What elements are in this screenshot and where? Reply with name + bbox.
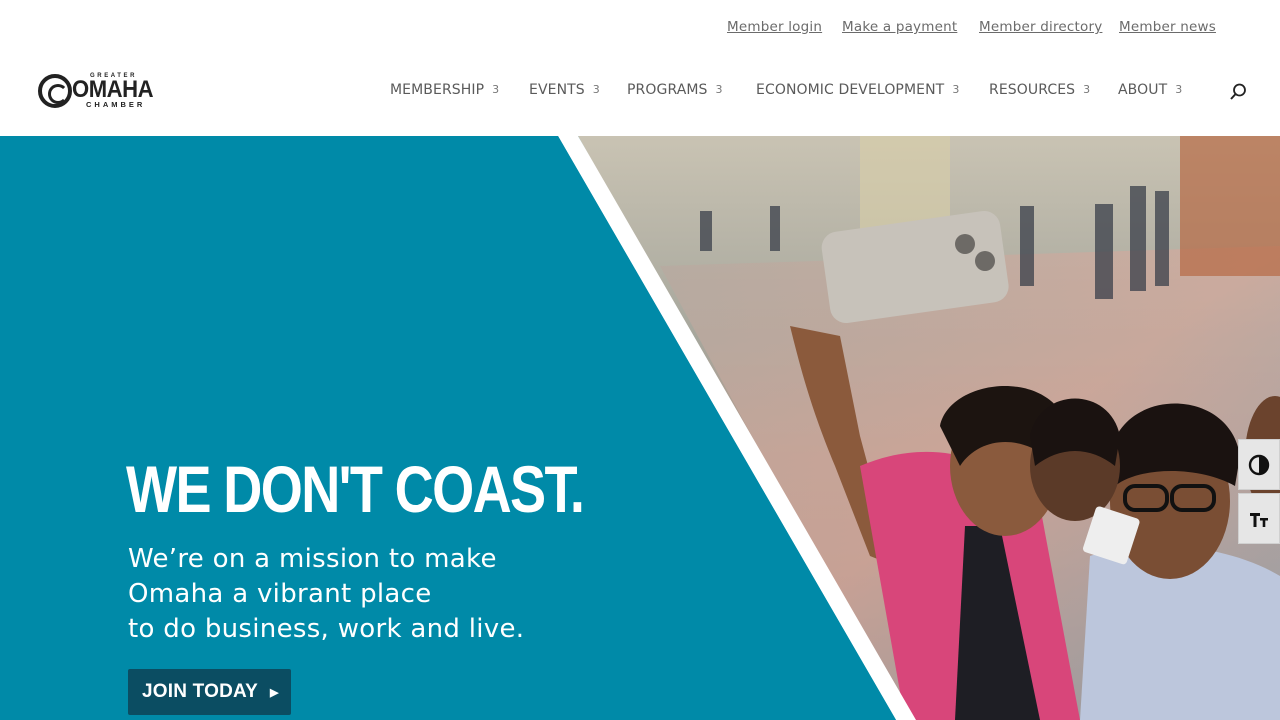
join-today-label: JOIN TODAY (142, 681, 259, 702)
chevron-down-icon: 3 (1175, 83, 1183, 96)
nav-item-label: ECONOMIC DEVELOPMENT (756, 82, 945, 98)
contrast-toggle-icon[interactable] (1238, 439, 1280, 490)
nav-item-membership[interactable]: MEMBERSHIP 3 (390, 82, 499, 98)
chevron-down-icon: 3 (492, 83, 500, 96)
nav-item-label: EVENTS (529, 82, 585, 98)
hero-subheading-line: We’re on a mission to make (128, 544, 497, 574)
hero-section: WE DON'T COAST. We’re on a mission to ma… (0, 136, 1280, 720)
member-news-link[interactable]: Member news (1119, 19, 1216, 35)
hero-headline: WE DON'T COAST. (126, 452, 585, 526)
nav-item-label: PROGRAMS (627, 82, 708, 98)
nav-item-resources[interactable]: RESOURCES 3 (989, 82, 1090, 98)
text-size-icon[interactable] (1238, 493, 1280, 544)
search-icon[interactable] (1228, 82, 1248, 102)
join-today-button[interactable]: JOIN TODAY ▶ (128, 669, 291, 715)
member-directory-link[interactable]: Member directory (979, 19, 1102, 35)
make-payment-link[interactable]: Make a payment (842, 19, 957, 35)
utility-bar: Member login Make a payment Member direc… (0, 0, 1280, 56)
chevron-down-icon: 3 (592, 83, 600, 96)
main-nav: MEMBERSHIP 3 EVENTS 3 PROGRAMS 3 ECONOMIC D… (0, 82, 1280, 102)
nav-item-label: ABOUT (1118, 82, 1168, 98)
hero-subheading: We’re on a mission to make Omaha a vibra… (128, 542, 588, 647)
nav-item-programs[interactable]: PROGRAMS 3 (627, 82, 723, 98)
hero-subheading-line: to do business, work and live. (128, 614, 525, 644)
play-arrow-icon: ▶ (270, 686, 279, 699)
nav-item-label: MEMBERSHIP (390, 82, 485, 98)
nav-item-economic-development[interactable]: ECONOMIC DEVELOPMENT 3 (756, 82, 959, 98)
nav-item-about[interactable]: ABOUT 3 (1118, 82, 1182, 98)
site-header: GREATER OMAHA CHAMBER MEMBERSHIP 3 EVENTS… (0, 56, 1280, 136)
chevron-down-icon: 3 (1083, 83, 1091, 96)
hero-subheading-line: Omaha a vibrant place (128, 579, 432, 609)
nav-item-label: RESOURCES (989, 82, 1076, 98)
chevron-down-icon: 3 (952, 83, 960, 96)
chevron-down-icon: 3 (715, 83, 723, 96)
member-login-link[interactable]: Member login (727, 19, 822, 35)
nav-item-events[interactable]: EVENTS 3 (529, 82, 600, 98)
accessibility-toolbar (1238, 439, 1280, 546)
